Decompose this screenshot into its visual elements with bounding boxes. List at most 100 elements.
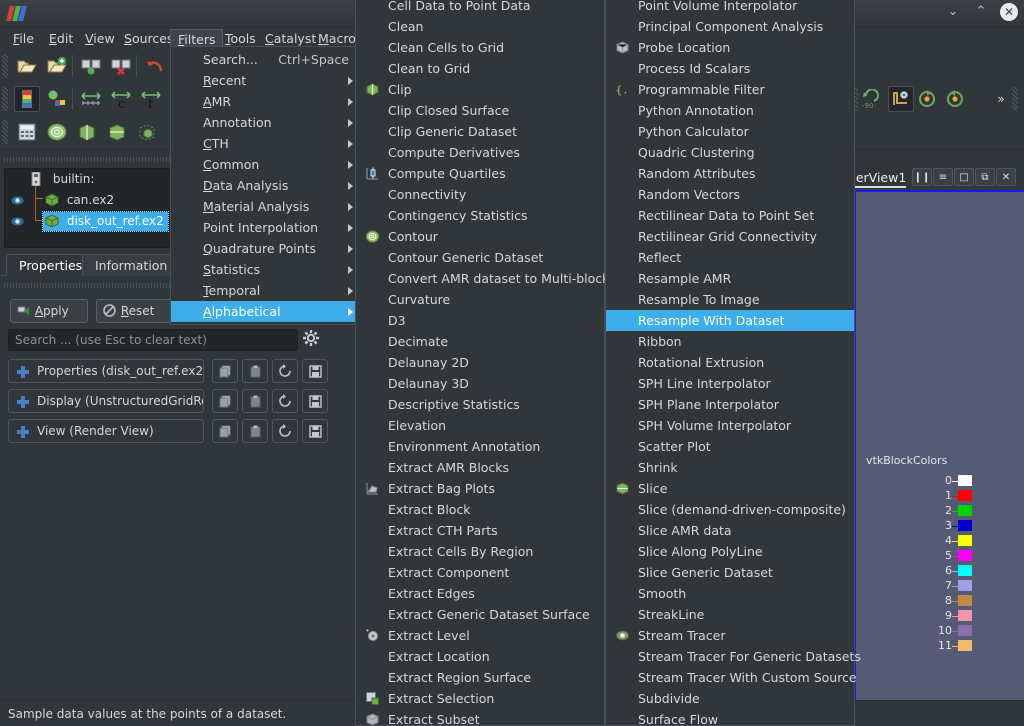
menu-item-random-attributes[interactable]: Random Attributes xyxy=(606,163,854,184)
menu-item-alphabetical[interactable]: Alphabetical xyxy=(171,301,359,322)
properties-section-label[interactable]: Properties (disk_out_ref.ex2) xyxy=(8,359,204,383)
menu-view[interactable]: View xyxy=(78,29,122,49)
menu-item-extract-component[interactable]: Extract Component xyxy=(356,562,604,583)
undo-icon[interactable] xyxy=(142,53,168,79)
menu-item-temporal[interactable]: Temporal xyxy=(171,280,359,301)
menu-item-search[interactable]: Search... Ctrl+Space xyxy=(171,49,359,70)
menu-item-extract-subset[interactable]: Extract Subset xyxy=(356,709,604,726)
menu-item-sph-volume-interpolator[interactable]: SPH Volume Interpolator xyxy=(606,415,854,436)
properties-search-input[interactable]: Search ... (use Esc to clear text) xyxy=(8,329,298,351)
view-section-row[interactable]: View (Render View) xyxy=(8,419,328,443)
restore-defaults-icon[interactable] xyxy=(272,419,298,443)
save-icon[interactable] xyxy=(302,419,328,443)
menu-item-extract-level[interactable]: Extract Level xyxy=(356,625,604,646)
menu-item-clip-generic-dataset[interactable]: Clip Generic Dataset xyxy=(356,121,604,142)
view-section-label[interactable]: View (Render View) xyxy=(8,419,204,443)
menu-item-sph-line-interpolator[interactable]: SPH Line Interpolator xyxy=(606,373,854,394)
menu-item-extract-cells-by-region[interactable]: Extract Cells By Region xyxy=(356,541,604,562)
close-icon[interactable]: ✕ xyxy=(1000,3,1018,21)
menu-item-random-vectors[interactable]: Random Vectors xyxy=(606,184,854,205)
menu-item-sph-plane-interpolator[interactable]: SPH Plane Interpolator xyxy=(606,394,854,415)
rescale-range-icon[interactable] xyxy=(78,86,104,112)
menu-item-clip-closed-surface[interactable]: Clip Closed Surface xyxy=(356,100,604,121)
menu-item-rectilinear-grid-connectivity[interactable]: Rectilinear Grid Connectivity xyxy=(606,226,854,247)
menu-item-convert-amr-dataset-to-multi-block[interactable]: Convert AMR dataset to Multi-block xyxy=(356,268,604,289)
apply-button[interactable]: Apply xyxy=(10,299,88,323)
menu-item-ribbon[interactable]: Ribbon xyxy=(606,331,854,352)
menu-item-programmable-filter[interactable]: {...}Programmable Filter xyxy=(606,79,854,100)
menu-edit[interactable]: Edit xyxy=(42,29,80,49)
menu-item-cth[interactable]: CTH xyxy=(171,133,359,154)
display-section-label[interactable]: Display (UnstructuredGridRepr xyxy=(8,389,204,413)
menu-item-descriptive-statistics[interactable]: Descriptive Statistics xyxy=(356,394,604,415)
menu-item-streakline[interactable]: StreakLine xyxy=(606,604,854,625)
menu-item-extract-edges[interactable]: Extract Edges xyxy=(356,583,604,604)
menu-item-extract-block[interactable]: Extract Block xyxy=(356,499,604,520)
menu-item-environment-annotation[interactable]: Environment Annotation xyxy=(356,436,604,457)
menu-file[interactable]: File xyxy=(6,29,41,49)
menu-item-extract-generic-dataset-surface[interactable]: Extract Generic Dataset Surface xyxy=(356,604,604,625)
menu-item-clean-to-grid[interactable]: Clean to Grid xyxy=(356,58,604,79)
copy-icon[interactable] xyxy=(212,389,238,413)
menu-item-resample-to-image[interactable]: Resample To Image xyxy=(606,289,854,310)
menu-item-cell-data-to-point-data[interactable]: Cell Data to Point Data xyxy=(356,0,604,16)
menu-item-compute-quartiles[interactable]: Compute Quartiles xyxy=(356,163,604,184)
reset-button[interactable]: Reset xyxy=(96,299,174,323)
paste-icon[interactable] xyxy=(242,359,268,383)
rescale-custom-icon[interactable]: c xyxy=(108,86,134,112)
menu-item-recent[interactable]: Recent xyxy=(171,70,359,91)
threshold-icon[interactable] xyxy=(134,119,160,145)
properties-section-row[interactable]: Properties (disk_out_ref.ex2) xyxy=(8,359,328,383)
menu-item-slice-generic-dataset[interactable]: Slice Generic Dataset xyxy=(606,562,854,583)
menu-item-delaunay-2d[interactable]: Delaunay 2D xyxy=(356,352,604,373)
paste-icon[interactable] xyxy=(242,389,268,413)
menu-item-python-annotation[interactable]: Python Annotation xyxy=(606,100,854,121)
connect-server-icon[interactable] xyxy=(78,53,104,79)
menu-item-statistics[interactable]: Statistics xyxy=(171,259,359,280)
copy-icon[interactable] xyxy=(212,359,238,383)
menu-item-slice-along-polyline[interactable]: Slice Along PolyLine xyxy=(606,541,854,562)
filters-menu[interactable]: Search... Ctrl+Space Recent AMR Annotati… xyxy=(170,46,360,325)
toolbar-overflow-icon[interactable]: » xyxy=(988,86,1014,112)
menu-item-extract-selection[interactable]: Extract Selection xyxy=(356,688,604,709)
rotate-minus90-icon[interactable]: -90 xyxy=(858,86,884,112)
menu-item-subdivide[interactable]: Subdivide xyxy=(606,688,854,709)
menu-item-curvature[interactable]: Curvature xyxy=(356,289,604,310)
display-section-row[interactable]: Display (UnstructuredGridRepr xyxy=(8,389,328,413)
gear-icon[interactable] xyxy=(302,329,324,351)
menu-item-shrink[interactable]: Shrink xyxy=(606,457,854,478)
menu-item-slice[interactable]: Slice xyxy=(606,478,854,499)
calculator-icon[interactable] xyxy=(14,119,40,145)
paste-icon[interactable] xyxy=(242,419,268,443)
menu-item-principal-component-analysis[interactable]: Principal Component Analysis xyxy=(606,16,854,37)
camera-link-icon[interactable] xyxy=(888,86,914,112)
menu-item-python-calculator[interactable]: Python Calculator xyxy=(606,121,854,142)
menu-item-material-analysis[interactable]: Material Analysis xyxy=(171,196,359,217)
menu-item-surface-flow[interactable]: Surface Flow xyxy=(606,709,854,726)
menu-item-elevation[interactable]: Elevation xyxy=(356,415,604,436)
tab-information[interactable]: Information xyxy=(82,254,180,276)
menu-item-extract-location[interactable]: Extract Location xyxy=(356,646,604,667)
menu-item-stream-tracer-for-generic-datasets[interactable]: Stream Tracer For Generic Datasets xyxy=(606,646,854,667)
menu-item-annotation[interactable]: Annotation xyxy=(171,112,359,133)
menu-item-clean[interactable]: Clean xyxy=(356,16,604,37)
toolbar-grip[interactable] xyxy=(2,87,8,111)
save-icon[interactable] xyxy=(302,389,328,413)
menu-item-connectivity[interactable]: Connectivity xyxy=(356,184,604,205)
open-file-icon[interactable] xyxy=(14,53,40,79)
menu-item-contour-generic-dataset[interactable]: Contour Generic Dataset xyxy=(356,247,604,268)
slice-icon[interactable] xyxy=(104,119,130,145)
menu-item-extract-cth-parts[interactable]: Extract CTH Parts xyxy=(356,520,604,541)
close-view-button[interactable]: ✕ xyxy=(996,168,1016,186)
menu-item-smooth[interactable]: Smooth xyxy=(606,583,854,604)
alphabetical-submenu-page2[interactable]: Point Volume InterpolatorPrincipal Compo… xyxy=(605,0,855,726)
menu-item-d3[interactable]: D3 xyxy=(356,310,604,331)
menu-item-contingency-statistics[interactable]: Contingency Statistics xyxy=(356,205,604,226)
toolbar-grip[interactable] xyxy=(2,120,8,144)
menu-item-compute-derivatives[interactable]: Compute Derivatives xyxy=(356,142,604,163)
menu-item-delaunay-3d[interactable]: Delaunay 3D xyxy=(356,373,604,394)
maximize-view-button[interactable]: □ xyxy=(954,168,974,186)
menu-item-stream-tracer[interactable]: Stream Tracer xyxy=(606,625,854,646)
menu-item-rectilinear-data-to-point-set[interactable]: Rectilinear Data to Point Set xyxy=(606,205,854,226)
color-map-editor-icon[interactable] xyxy=(14,86,40,112)
